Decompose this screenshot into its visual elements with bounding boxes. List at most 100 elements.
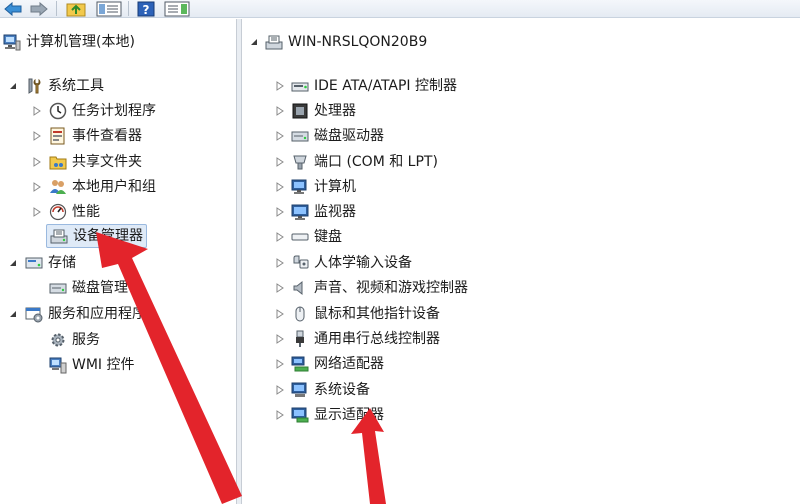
device-category-label: 端口 (COM 和 LPT) xyxy=(314,154,438,170)
device-category-label: 键盘 xyxy=(314,229,342,245)
computer-icon xyxy=(264,32,284,52)
expand-toggle[interactable] xyxy=(274,225,286,249)
clock-icon xyxy=(48,101,68,121)
collapse-toggle[interactable] xyxy=(7,74,19,98)
tree-item-local-users[interactable]: 本地用户和组 xyxy=(48,175,156,199)
tree-item-task-scheduler[interactable]: 任务计划程序 xyxy=(48,99,156,123)
expand-toggle[interactable] xyxy=(274,378,286,402)
show-hide-tree-button[interactable] xyxy=(94,0,124,17)
device-category-item[interactable]: 系统设备 xyxy=(290,378,370,402)
tree-item-storage[interactable]: 存储 xyxy=(24,251,76,275)
collapse-toggle[interactable] xyxy=(7,251,19,275)
device-category-label: 人体学输入设备 xyxy=(314,255,412,271)
back-button[interactable] xyxy=(2,0,24,17)
show-action-pane-icon xyxy=(164,1,190,17)
usb-icon xyxy=(290,329,310,349)
device-category-item[interactable]: 计算机 xyxy=(290,175,356,199)
device-category-label: 鼠标和其他指针设备 xyxy=(314,306,440,322)
tree-item-label: 计算机管理(本地) xyxy=(26,34,135,50)
tree-item-wmi-control[interactable]: WMI 控件 xyxy=(48,353,135,377)
device-category-label: 磁盘驱动器 xyxy=(314,128,384,144)
tree-item-services[interactable]: 服务 xyxy=(48,328,100,352)
tree-item-computer-root[interactable]: WIN-NRSLQON20B9 xyxy=(264,30,427,54)
tree-item-label: 存储 xyxy=(48,255,76,271)
disk-icon xyxy=(48,278,68,298)
show-action-pane-button[interactable] xyxy=(162,0,192,17)
toolbar-separator xyxy=(56,1,57,16)
tree-item-label: 服务 xyxy=(72,332,100,348)
tools-icon xyxy=(24,76,44,96)
toolbar-separator xyxy=(128,1,129,16)
expand-toggle[interactable] xyxy=(274,327,286,351)
tree-item-device-manager[interactable]: 设备管理器 xyxy=(46,224,147,248)
expand-toggle[interactable] xyxy=(31,150,43,174)
tree-item-shared-folders[interactable]: 共享文件夹 xyxy=(48,150,142,174)
tree-item-computer-management[interactable]: 计算机管理(本地) xyxy=(2,30,135,54)
disk-drive-icon xyxy=(290,126,310,146)
device-category-item[interactable]: 监视器 xyxy=(290,200,356,224)
device-category-item[interactable]: 鼠标和其他指针设备 xyxy=(290,302,440,326)
computer-management-icon xyxy=(2,32,22,52)
tree-item-services-and-applications[interactable]: 服务和应用程序 xyxy=(24,302,146,326)
shared-folder-icon xyxy=(48,152,68,172)
tree-item-performance[interactable]: 性能 xyxy=(48,200,100,224)
device-category-item[interactable]: 处理器 xyxy=(290,99,356,123)
expand-toggle[interactable] xyxy=(31,175,43,199)
users-icon xyxy=(48,177,68,197)
tree-item-system-tools[interactable]: 系统工具 xyxy=(24,74,104,98)
expand-toggle[interactable] xyxy=(274,124,286,148)
device-category-item[interactable]: 网络适配器 xyxy=(290,352,384,376)
device-category-item[interactable]: 人体学输入设备 xyxy=(290,251,412,275)
device-category-label: IDE ATA/ATAPI 控制器 xyxy=(314,78,458,94)
collapse-toggle[interactable] xyxy=(248,30,260,54)
help-button[interactable]: ? xyxy=(135,0,157,17)
toolbar: ? xyxy=(0,0,800,18)
device-category-item[interactable]: 端口 (COM 和 LPT) xyxy=(290,150,438,174)
device-category-item[interactable]: 磁盘驱动器 xyxy=(290,124,384,148)
event-log-icon xyxy=(48,126,68,146)
expand-toggle[interactable] xyxy=(31,99,43,123)
expand-toggle[interactable] xyxy=(274,302,286,326)
device-category-item[interactable]: IDE ATA/ATAPI 控制器 xyxy=(290,74,457,98)
expand-toggle[interactable] xyxy=(31,124,43,148)
device-category-item[interactable]: 通用串行总线控制器 xyxy=(290,327,440,351)
expand-toggle[interactable] xyxy=(274,200,286,224)
device-category-label: 声音、视频和游戏控制器 xyxy=(314,280,468,296)
expand-toggle[interactable] xyxy=(274,403,286,427)
keyboard-icon xyxy=(290,227,310,247)
expand-toggle[interactable] xyxy=(274,74,286,98)
tree-item-label: 系统工具 xyxy=(48,78,104,94)
device-manager-icon xyxy=(49,226,69,246)
device-category-label: 处理器 xyxy=(314,103,356,119)
collapse-toggle[interactable] xyxy=(7,302,19,326)
expand-toggle[interactable] xyxy=(274,150,286,174)
tree-item-event-viewer[interactable]: 事件查看器 xyxy=(48,124,142,148)
forward-button[interactable] xyxy=(28,0,50,17)
up-folder-icon xyxy=(66,1,86,17)
device-category-item[interactable]: 键盘 xyxy=(290,225,342,249)
svg-text:?: ? xyxy=(143,3,150,17)
tree-item-label: 性能 xyxy=(72,204,100,220)
tree-item-label: WIN-NRSLQON20B9 xyxy=(288,34,428,50)
expand-toggle[interactable] xyxy=(274,276,286,300)
up-button[interactable] xyxy=(64,0,88,17)
storage-icon xyxy=(24,253,44,273)
expand-toggle[interactable] xyxy=(274,175,286,199)
tree-item-disk-management[interactable]: 磁盘管理 xyxy=(48,276,128,300)
expand-toggle[interactable] xyxy=(274,352,286,376)
monitor-icon xyxy=(290,202,310,222)
tree-item-label: 磁盘管理 xyxy=(72,280,128,296)
tree-item-label: 任务计划程序 xyxy=(72,103,156,119)
device-category-label: 监视器 xyxy=(314,204,356,220)
device-category-item[interactable]: 显示适配器 xyxy=(290,403,384,427)
device-category-label: 系统设备 xyxy=(314,382,370,398)
expand-toggle[interactable] xyxy=(274,99,286,123)
network-adapter-icon xyxy=(290,354,310,374)
expand-toggle[interactable] xyxy=(274,251,286,275)
processor-icon xyxy=(290,101,310,121)
device-category-item[interactable]: 声音、视频和游戏控制器 xyxy=(290,276,468,300)
device-category-label: 网络适配器 xyxy=(314,356,384,372)
device-tree: WIN-NRSLQON20B9 IDE ATA/ATAPI 控制器 处理器磁盘驱动… xyxy=(242,19,800,504)
expand-toggle[interactable] xyxy=(31,200,43,224)
tree-item-label: 服务和应用程序 xyxy=(48,306,146,322)
